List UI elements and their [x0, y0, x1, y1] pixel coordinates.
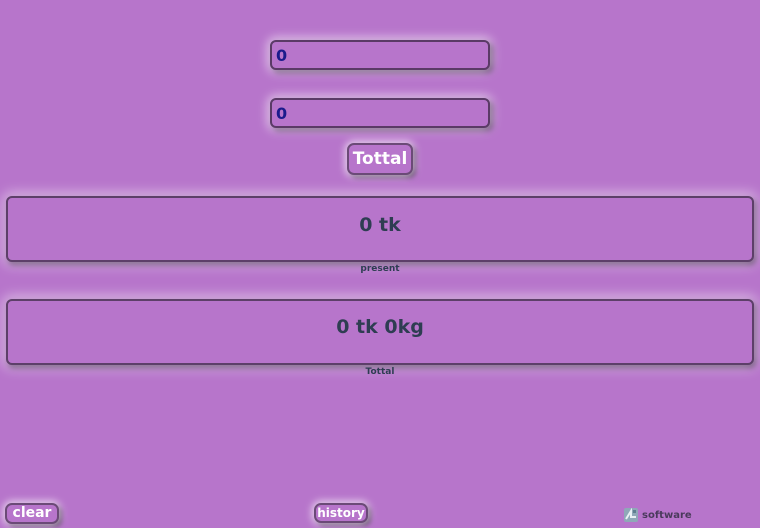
present-result-panel: 0 tk — [6, 196, 754, 262]
clear-button[interactable]: clear — [5, 503, 59, 524]
second-number-input[interactable] — [270, 98, 490, 128]
total-result-panel: 0 tk 0kg — [6, 299, 754, 365]
present-value: 0 tk — [359, 214, 401, 236]
present-caption: present — [360, 264, 400, 274]
history-button[interactable]: history — [314, 503, 368, 523]
brand-text: software — [642, 509, 692, 521]
software-logo-icon — [624, 508, 638, 522]
brand-label: software — [624, 507, 692, 523]
first-number-input[interactable] — [270, 40, 490, 70]
total-value: 0 tk 0kg — [336, 316, 424, 338]
total-caption: Tottal — [365, 367, 395, 377]
total-button[interactable]: Tottal — [347, 143, 413, 175]
